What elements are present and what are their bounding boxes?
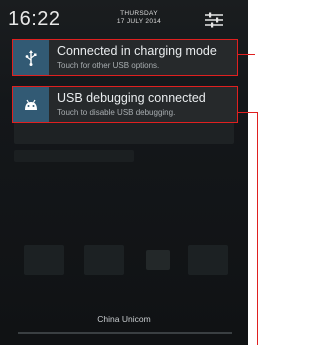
date-display: THURSDAY 17 JULY 2014 xyxy=(104,10,174,26)
clock: 16:22 xyxy=(8,8,61,30)
notification-subtitle: Touch for other USB options. xyxy=(57,61,160,70)
notification-title: USB debugging connected xyxy=(57,91,206,105)
notification-usb-charging[interactable]: Connected in charging mode Touch for oth… xyxy=(12,39,238,76)
background-app-icon xyxy=(146,250,170,270)
day-label: THURSDAY xyxy=(120,10,158,17)
notification-title: Connected in charging mode xyxy=(57,44,217,58)
android-debug-icon xyxy=(13,87,49,122)
carrier-label: China Unicom xyxy=(97,314,151,324)
notification-subtitle: Touch to disable USB debugging. xyxy=(57,108,176,117)
shade-drag-handle[interactable] xyxy=(18,332,232,334)
callout-line xyxy=(238,112,258,113)
callout-line xyxy=(238,54,255,55)
quick-settings-icon[interactable] xyxy=(204,12,224,28)
notification-shade: 16:22 THURSDAY 17 JULY 2014 Connected in… xyxy=(0,0,248,345)
background-app-icon xyxy=(84,245,124,275)
shade-header: 16:22 THURSDAY 17 JULY 2014 xyxy=(0,0,248,38)
background-app-icon xyxy=(24,245,64,275)
background-app-icon xyxy=(188,245,228,275)
callout-line xyxy=(257,112,258,345)
notification-usb-debugging[interactable]: USB debugging connected Touch to disable… xyxy=(12,86,238,123)
background-widget xyxy=(14,150,134,162)
usb-icon xyxy=(13,40,49,75)
date-label: 17 JULY 2014 xyxy=(116,18,162,25)
